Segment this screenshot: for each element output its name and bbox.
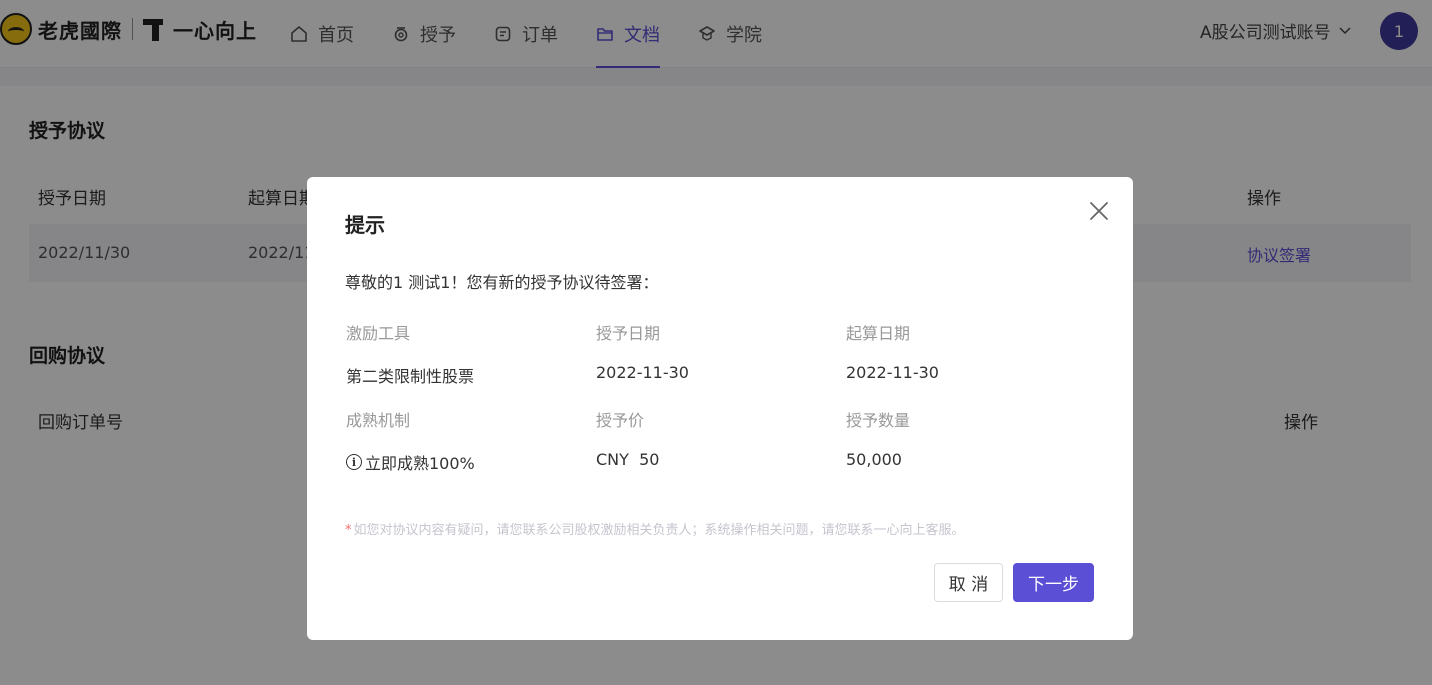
value-start-date: 2022-11-30 [846,363,939,382]
close-icon[interactable] [1087,199,1111,223]
dialog-note: * 如您对协议内容有疑问，请您联系公司股权激励相关负责人；系统操作相关问题，请您联… [345,519,965,538]
dialog-title: 提示 [345,213,385,237]
label-start-date: 起算日期 [846,324,911,343]
value-vesting-mechanism: i 立即成熟100% [346,450,475,474]
value-grant-quantity: 50,000 [846,450,902,469]
info-icon[interactable]: i [346,454,362,470]
required-star: * [345,523,352,538]
note-text: 如您对协议内容有疑问，请您联系公司股权激励相关负责人；系统操作相关问题，请您联系… [353,523,965,538]
label-vesting-mechanism: 成熟机制 [346,411,411,430]
cancel-button[interactable]: 取 消 [934,563,1003,602]
value-grant-date: 2022-11-30 [596,363,689,382]
vesting-text: 立即成熟100% [365,454,475,473]
dialog-greeting: 尊敬的1 测试1！您有新的授予协议待签署： [345,273,659,292]
grant-notice-dialog: 提示 尊敬的1 测试1！您有新的授予协议待签署： 激励工具 授予日期 起算日期 … [307,177,1133,640]
value-grant-price: CNY 50 [596,450,660,469]
value-incentive-tool: 第二类限制性股票 [346,367,475,386]
label-grant-quantity: 授予数量 [846,411,911,430]
next-step-button[interactable]: 下一步 [1013,563,1094,602]
label-grant-price: 授予价 [596,411,645,430]
label-incentive-tool: 激励工具 [346,324,411,343]
label-grant-date: 授予日期 [596,324,661,343]
